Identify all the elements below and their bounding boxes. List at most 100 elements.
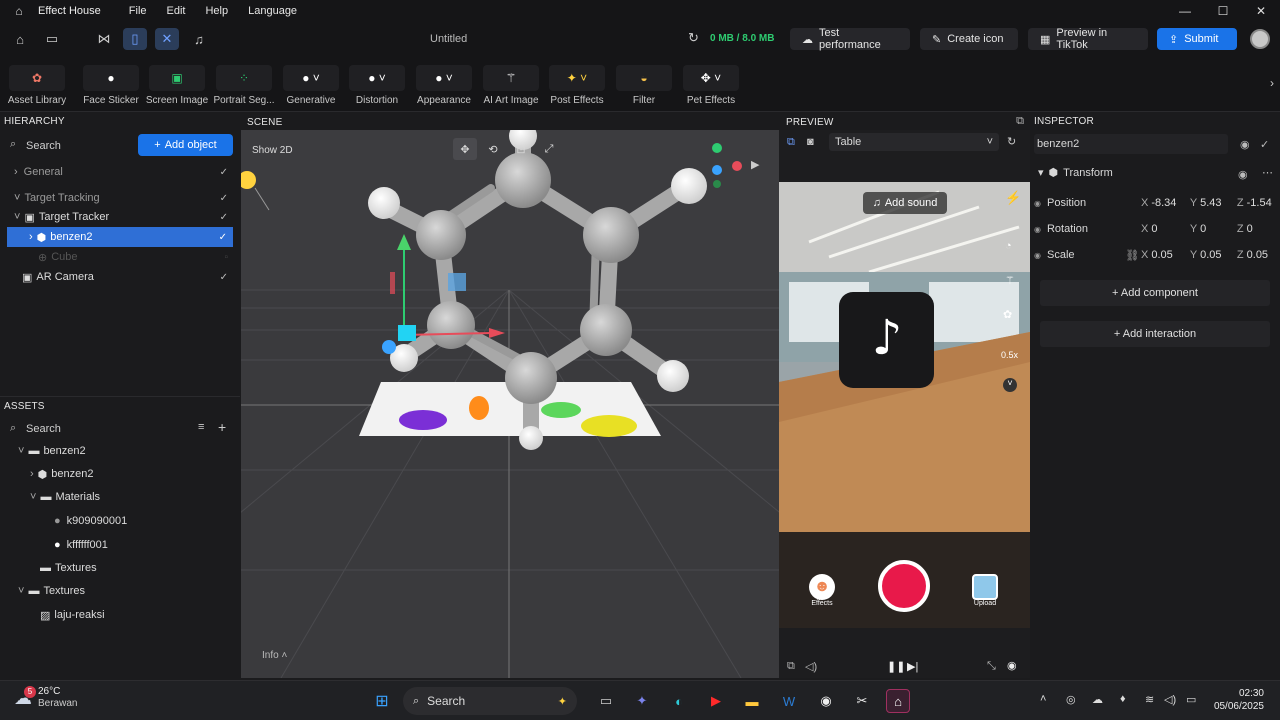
- phone-view-icon[interactable]: ▯: [123, 28, 147, 50]
- checkbox-icon[interactable]: ✓: [220, 272, 228, 283]
- tool-portrait-seg[interactable]: ⁘ Portrait Seg...: [213, 60, 275, 106]
- media-player-icon[interactable]: ◉: [814, 689, 838, 713]
- rotation-z[interactable]: Z 0: [1237, 223, 1276, 235]
- transform-more-icon[interactable]: ⋯: [1262, 166, 1273, 179]
- scene-info-toggle[interactable]: Info ˄: [262, 650, 287, 661]
- position-x[interactable]: X -8.34: [1141, 197, 1190, 209]
- speaker-icon[interactable]: ◁): [1164, 693, 1176, 706]
- tool-distortion[interactable]: ● ˅ Distortion: [348, 60, 406, 106]
- menu-language[interactable]: Language: [238, 5, 307, 17]
- effect-house-icon[interactable]: ⌂: [886, 689, 910, 713]
- upload-button[interactable]: Upload: [972, 574, 998, 607]
- layout-icon[interactable]: ⧉: [787, 136, 795, 149]
- tree-item-ar-camera[interactable]: ▣ AR Camera ✓: [0, 267, 234, 287]
- tree-item-cube[interactable]: ⊕ Cube ▫: [0, 247, 234, 267]
- scale-y[interactable]: Y 0.05: [1190, 249, 1237, 261]
- asset-folder-materials[interactable]: ˅ ▬ Materials: [0, 487, 234, 507]
- test-performance-button[interactable]: ☁ Test performance: [790, 27, 910, 51]
- checkbox-icon[interactable]: ✓: [219, 232, 227, 243]
- flash-icon[interactable]: ⚡: [1005, 190, 1021, 206]
- volume-icon[interactable]: ◁): [805, 660, 817, 673]
- popout-icon[interactable]: ⧉: [1016, 115, 1024, 128]
- tree-item-target-tracker[interactable]: ˅ ▣ Target Tracker ✓: [0, 207, 234, 227]
- effects-button[interactable]: ☻ Effects: [809, 574, 835, 607]
- scale-x[interactable]: X 0.05: [1141, 249, 1190, 261]
- rotation-y[interactable]: Y 0: [1190, 223, 1237, 235]
- visibility-icon[interactable]: ◉: [1240, 138, 1250, 151]
- tree-item-target-tracking[interactable]: ˅ Target Tracking ✓: [0, 188, 234, 208]
- add-sound-button[interactable]: ♫ Add sound: [863, 192, 947, 214]
- scale-z[interactable]: Z 0.05: [1237, 249, 1276, 261]
- show-2d-toggle[interactable]: Show 2D: [252, 145, 293, 156]
- minimize-icon[interactable]: —: [1166, 0, 1204, 22]
- object-name-field[interactable]: benzen2: [1034, 134, 1228, 154]
- menu-file[interactable]: File: [119, 5, 157, 17]
- link-icon[interactable]: ⛓: [1125, 249, 1141, 262]
- rotate-tool-icon[interactable]: ⟲: [481, 138, 505, 160]
- checkbox-icon[interactable]: ✓: [220, 212, 228, 223]
- add-interaction-button[interactable]: + Add interaction: [1040, 321, 1270, 347]
- enabled-check-icon[interactable]: ✓: [1260, 138, 1269, 151]
- position-z[interactable]: Z -1.54: [1237, 197, 1276, 209]
- task-view-icon[interactable]: ▭: [594, 689, 618, 713]
- move-tool-icon[interactable]: ✥: [453, 138, 477, 160]
- weather-widget[interactable]: ☁ 5 26°C Berawan: [14, 685, 77, 710]
- microphone-icon[interactable]: ♦: [1120, 693, 1126, 705]
- save-icon[interactable]: ▭: [40, 28, 64, 50]
- scroll-right-icon[interactable]: ›: [1270, 76, 1274, 90]
- add-object-button[interactable]: + Add object: [138, 134, 233, 156]
- file-explorer-icon[interactable]: ▬: [740, 689, 764, 713]
- preview-tiktok-button[interactable]: ▦ Preview in TikTok: [1028, 27, 1148, 51]
- taskbar-search[interactable]: ⌕ Search ✦: [403, 687, 577, 715]
- refresh-icon[interactable]: ↻: [688, 30, 699, 46]
- sort-icon[interactable]: ≡: [198, 421, 204, 433]
- edge-icon[interactable]: ◐: [667, 689, 691, 713]
- rotation-x[interactable]: X 0: [1141, 223, 1190, 235]
- position-y[interactable]: Y 5.43: [1190, 197, 1237, 209]
- scene-viewport[interactable]: Show 2D ✥ ⟲ ⊡ ⤢ ▶ Info ˄: [241, 130, 779, 678]
- transform-settings-icon[interactable]: ◉: [1238, 168, 1248, 181]
- tool-screen-image[interactable]: ▣ Screen Image: [146, 60, 208, 106]
- record-dot-icon[interactable]: ◉: [1007, 659, 1017, 672]
- battery-icon[interactable]: ▭: [1186, 693, 1196, 706]
- scale-tool-icon[interactable]: ⊡: [509, 138, 533, 160]
- home-button-icon[interactable]: ⌂: [8, 28, 32, 50]
- tool-post-effects[interactable]: ✦ ˅ Post Effects: [548, 60, 606, 106]
- checkbox-icon[interactable]: ✓: [220, 193, 228, 204]
- tools-icon[interactable]: ✕: [155, 28, 179, 50]
- audio-icon[interactable]: ♫: [187, 28, 211, 50]
- home-icon[interactable]: ⌂: [0, 4, 38, 18]
- asset-folder-benzen2[interactable]: ˅ ▬ benzen2: [0, 441, 234, 461]
- tool-face-sticker[interactable]: ● Face Sticker: [82, 60, 140, 106]
- step-forward-icon[interactable]: ▶|: [907, 660, 918, 673]
- timer-icon[interactable]: ◔: [1005, 240, 1012, 252]
- submit-button[interactable]: ⇪ Submit: [1157, 28, 1237, 50]
- tool-ai-art-image[interactable]: ⚚ AI Art Image: [482, 60, 540, 106]
- avatar[interactable]: [1250, 29, 1270, 49]
- tree-item-benzen2[interactable]: › ⬢ benzen2 ✓: [7, 227, 233, 247]
- tool-asset-library[interactable]: ✿ Asset Library: [8, 60, 66, 106]
- record-button[interactable]: [878, 560, 930, 612]
- menu-edit[interactable]: Edit: [157, 5, 196, 17]
- assets-search-input[interactable]: Search: [26, 423, 61, 435]
- beauty-wand-icon[interactable]: ⚚: [1005, 274, 1015, 287]
- reload-icon[interactable]: ↻: [1007, 135, 1016, 148]
- device-icon[interactable]: ⧉: [787, 660, 795, 673]
- filters-icon[interactable]: ✿: [1003, 308, 1012, 321]
- speed-zoom[interactable]: 0.5x: [1001, 350, 1018, 360]
- teams-icon[interactable]: ✦: [630, 689, 654, 713]
- transform-section[interactable]: ▾ ⬢ Transform: [1038, 166, 1113, 180]
- onedrive-icon[interactable]: ☁: [1092, 693, 1103, 706]
- tree-item-general[interactable]: › General ✓: [0, 162, 234, 182]
- camera-icon[interactable]: ◙: [807, 136, 814, 148]
- asset-folder-textures-inner[interactable]: ▬ Textures: [0, 558, 234, 578]
- chevron-up-icon[interactable]: ˄: [1040, 693, 1046, 705]
- maximize-icon[interactable]: ☐: [1204, 0, 1242, 22]
- word-icon[interactable]: W: [777, 689, 801, 713]
- menu-help[interactable]: Help: [195, 5, 238, 17]
- tool-filter[interactable]: ◒ Filter: [615, 60, 673, 106]
- close-icon[interactable]: ✕: [1242, 0, 1280, 22]
- create-icon-button[interactable]: ✎ Create icon: [920, 28, 1018, 50]
- asset-folder-textures[interactable]: ˅ ▬ Textures: [0, 581, 234, 601]
- youtube-icon[interactable]: ▶: [704, 689, 728, 713]
